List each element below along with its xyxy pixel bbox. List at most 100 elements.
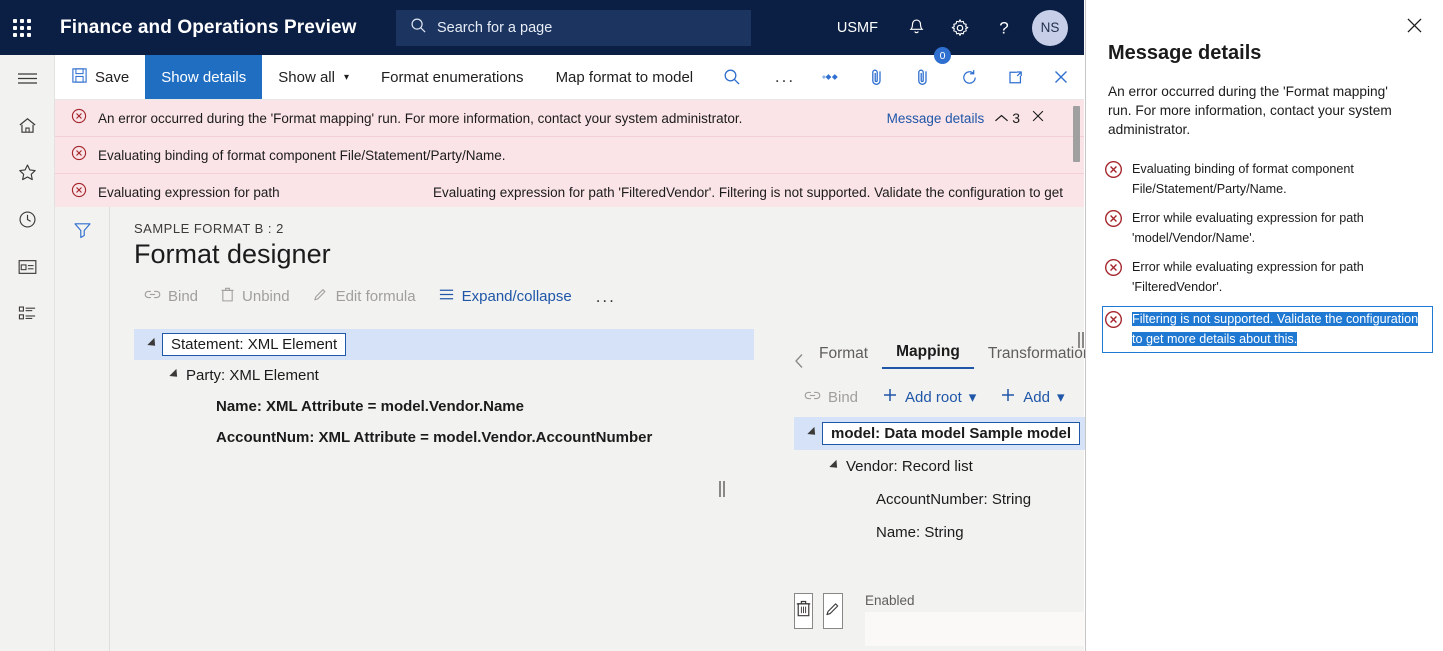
error-message-bar: An error occurred during the 'Format map… [55, 100, 1084, 207]
error-circle-icon [1104, 258, 1123, 282]
edit-formula-label: Edit formula [335, 288, 416, 305]
save-label: Save [95, 68, 130, 86]
mapping-bind-button[interactable]: Bind [794, 385, 868, 410]
map-format-to-model-button[interactable]: Map format to model [540, 55, 710, 99]
company-selector[interactable]: USMF [821, 0, 894, 55]
panel-title: Message details [1108, 42, 1262, 64]
link-chain-icon [144, 288, 161, 305]
message-row[interactable]: Evaluating expression for path Evaluatin… [55, 174, 1084, 207]
collapse-messages-button[interactable]: 3 [994, 110, 1020, 126]
hamburger-menu-icon[interactable] [0, 55, 55, 102]
table-row[interactable]: Statement: XML Element [134, 329, 754, 360]
message-details-link[interactable]: Message details [887, 111, 985, 126]
mapping-bind-label: Bind [828, 388, 859, 406]
chevron-up-icon [995, 114, 1009, 121]
tree-node-label: Vendor: Record list [846, 458, 973, 475]
chevron-left-icon[interactable] [794, 353, 805, 369]
list-lines-icon [438, 287, 455, 306]
office-apps-icon[interactable] [808, 55, 854, 99]
show-all-menu[interactable]: Show all ▾ [262, 55, 365, 99]
show-details-label: Show details [161, 68, 247, 86]
trash-bin-icon [795, 599, 812, 623]
svg-text:?: ? [999, 18, 1008, 37]
list-item-text: Filtering is not supported. Validate the… [1132, 309, 1431, 349]
mapping-panel: Format Mapping Transformations Bind Add … [788, 329, 1155, 651]
trash-bin-icon [220, 286, 235, 307]
ellipsis-icon[interactable]: ... [762, 55, 808, 99]
unbind-button[interactable]: Unbind [210, 282, 300, 311]
top-nav-right-group: USMF ? NS [821, 0, 1084, 55]
table-row[interactable]: Name: XML Attribute = model.Vendor.Name [134, 391, 754, 422]
tree-node-label: Party: XML Element [186, 367, 319, 384]
attachment-count-badge-wrapper[interactable]: 0 [900, 47, 951, 99]
ellipsis-icon: ... [595, 286, 616, 306]
table-row[interactable]: AccountNum: XML Attribute = model.Vendor… [134, 422, 754, 453]
list-item[interactable]: Error while evaluating expression for pa… [1104, 257, 1433, 297]
message-text: Evaluating expression for path [98, 184, 280, 200]
message-bar-scrollbar[interactable] [1073, 106, 1080, 162]
message-row[interactable]: An error occurred during the 'Format map… [55, 100, 1084, 137]
error-circle-icon [71, 182, 87, 203]
chevron-down-icon: ▾ [343, 71, 349, 83]
bind-button[interactable]: Bind [134, 284, 208, 309]
favorites-star-icon[interactable] [0, 149, 55, 196]
edit-formula-button[interactable]: Edit formula [302, 282, 426, 311]
filter-funnel-icon[interactable] [55, 207, 110, 253]
save-button[interactable]: Save [55, 55, 145, 99]
error-circle-icon [71, 145, 87, 166]
page-title: Format designer [134, 239, 331, 269]
expander-triangle-icon[interactable] [824, 459, 846, 472]
expander-triangle-icon[interactable] [802, 426, 824, 439]
add-button[interactable]: Add ▾ [990, 383, 1074, 411]
expand-collapse-button[interactable]: Expand/collapse [428, 283, 582, 310]
list-item[interactable]: Filtering is not supported. Validate the… [1102, 306, 1433, 353]
format-tree-panel: Statement: XML Element Party: XML Elemen… [134, 329, 754, 651]
close-icon[interactable] [1038, 55, 1084, 99]
open-in-new-window-icon[interactable] [992, 55, 1038, 99]
mapping-bottom-bar: Enabled [794, 593, 1137, 651]
recent-clock-icon[interactable] [0, 196, 55, 243]
pencil-icon [312, 286, 329, 307]
show-details-button[interactable]: Show details [145, 55, 263, 99]
selected-text: Filtering is not supported. Validate the… [1132, 312, 1419, 346]
tree-node-label: Name: String [876, 524, 964, 541]
global-search-input[interactable]: Search for a page [396, 10, 751, 46]
add-root-button[interactable]: Add root ▾ [872, 383, 986, 411]
close-icon[interactable] [1030, 108, 1046, 129]
left-navigation-rail [0, 55, 55, 651]
close-icon[interactable] [1399, 10, 1429, 40]
list-item[interactable]: Error while evaluating expression for pa… [1104, 208, 1433, 248]
error-circle-icon [1104, 209, 1123, 233]
tree-node-label: Name: XML Attribute = model.Vendor.Name [216, 398, 524, 415]
edit-button[interactable] [823, 593, 843, 629]
refresh-icon[interactable] [946, 55, 992, 99]
panel-splitter-handle[interactable] [1077, 332, 1085, 348]
pencil-icon [824, 600, 842, 623]
modules-list-icon[interactable] [0, 290, 55, 337]
format-enumerations-button[interactable]: Format enumerations [365, 55, 540, 99]
attachment-icon[interactable] [854, 55, 900, 99]
question-mark-icon[interactable]: ? [982, 0, 1026, 55]
tab-mapping[interactable]: Mapping [882, 343, 974, 369]
format-toolbar-overflow-button[interactable]: ... [584, 283, 626, 311]
error-circle-icon [71, 108, 87, 129]
delete-button[interactable] [794, 593, 813, 629]
tab-format[interactable]: Format [805, 345, 882, 369]
list-item-text: Error while evaluating expression for pa… [1132, 211, 1364, 245]
table-row[interactable]: Party: XML Element [134, 360, 754, 391]
expand-collapse-label: Expand/collapse [461, 288, 572, 305]
expander-triangle-icon[interactable] [142, 337, 164, 350]
expander-triangle-icon[interactable] [164, 368, 186, 381]
message-bar-actions: Message details 3 [887, 108, 1070, 129]
search-icon[interactable] [709, 55, 755, 99]
list-item[interactable]: Evaluating binding of format component F… [1104, 159, 1433, 199]
avatar[interactable]: NS [1032, 9, 1068, 46]
bell-icon[interactable] [894, 0, 938, 55]
pane-splitter-handle[interactable] [718, 481, 726, 497]
workspaces-icon[interactable] [0, 243, 55, 290]
message-row[interactable]: Evaluating binding of format component F… [55, 137, 1084, 174]
unbind-label: Unbind [242, 288, 290, 305]
home-icon[interactable] [0, 102, 55, 149]
message-text: Evaluating binding of format component F… [98, 147, 506, 163]
waffle-grid-icon[interactable] [0, 0, 44, 55]
